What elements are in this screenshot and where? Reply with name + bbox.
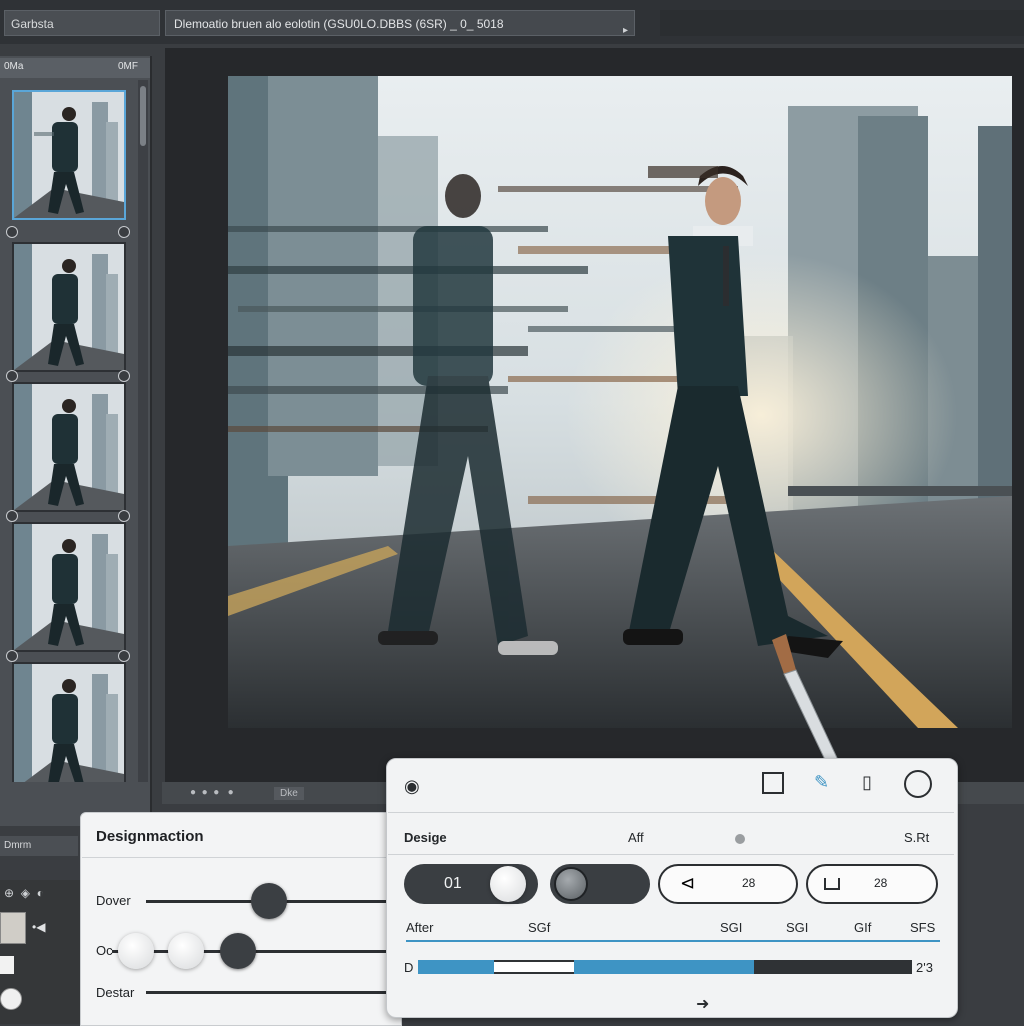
layer-color-swatch[interactable] bbox=[0, 956, 14, 974]
frames-panel-footer bbox=[0, 782, 150, 812]
frame-thumbnail[interactable] bbox=[12, 522, 126, 652]
frame-thumbnail[interactable] bbox=[12, 382, 126, 512]
frame-thumbnail-image bbox=[14, 524, 124, 650]
slider-thumb-end[interactable] bbox=[220, 933, 256, 969]
frame-visibility-icon[interactable] bbox=[6, 510, 18, 522]
slider-thumb[interactable] bbox=[251, 883, 287, 919]
progress-fill-start bbox=[418, 960, 494, 974]
bookmark-icon[interactable]: ▯ bbox=[862, 772, 872, 793]
frame-options-icon[interactable] bbox=[118, 226, 130, 238]
document-title-tab[interactable]: Dlemoatio bruen alo eolotin (GSU0LO.DBBS… bbox=[165, 10, 635, 36]
after-underline bbox=[406, 940, 940, 942]
progress-value: 2'3 bbox=[916, 960, 933, 975]
arrow-left-icon: ⊲ bbox=[680, 873, 696, 893]
motion-panel-title: Designmaction bbox=[96, 828, 204, 845]
frames-scroll-thumb[interactable] bbox=[140, 86, 146, 146]
pen-icon[interactable]: ✎ bbox=[814, 772, 829, 793]
toggle-knob[interactable] bbox=[490, 866, 526, 902]
toggle-knob[interactable] bbox=[554, 867, 588, 901]
after-value: SGI bbox=[786, 920, 809, 935]
frames-header-right: 0MF bbox=[118, 61, 138, 72]
frame-thumbnail[interactable] bbox=[12, 662, 126, 792]
tag-icon bbox=[824, 878, 840, 890]
frames-header-left: 0Ma bbox=[4, 61, 24, 72]
document-title: Dlemoatio bruen alo eolotin (GSU0LO.DBBS… bbox=[174, 17, 504, 31]
slider-label: Destar bbox=[96, 985, 135, 1000]
frame-options-icon[interactable] bbox=[118, 510, 130, 522]
layer-strip-label: Dmrm bbox=[0, 836, 78, 856]
right-label: S.Rt bbox=[904, 830, 930, 845]
frame-visibility-icon[interactable] bbox=[6, 226, 18, 238]
after-label: After bbox=[406, 920, 434, 935]
slider-track[interactable] bbox=[146, 991, 386, 994]
next-arrow-icon[interactable]: ➜ bbox=[696, 994, 709, 1014]
clock-icon[interactable] bbox=[904, 770, 932, 798]
motion-blur-photo bbox=[228, 76, 1012, 728]
camera-icon[interactable]: ◉ bbox=[404, 776, 420, 797]
layer-opacity-knob[interactable] bbox=[0, 988, 22, 1010]
frame-options-icon[interactable] bbox=[118, 650, 130, 662]
canvas-image[interactable] bbox=[228, 76, 1012, 728]
slider-thumb-start[interactable] bbox=[118, 933, 154, 969]
panel-title-left: Garbsta bbox=[4, 10, 160, 36]
slider-label: Oc bbox=[96, 943, 113, 958]
progress-label: D bbox=[404, 960, 414, 975]
frame-thumbnail-image bbox=[14, 244, 124, 370]
frame-thumbnail-image bbox=[14, 664, 124, 790]
frame-visibility-icon[interactable] bbox=[6, 650, 18, 662]
input-value: 28 bbox=[874, 876, 888, 890]
divider bbox=[388, 812, 954, 813]
frame-options-icon[interactable] bbox=[118, 370, 130, 382]
layer-tool-icons[interactable]: ⊕ ◈ ◐ bbox=[4, 886, 44, 900]
input-value: 28 bbox=[742, 876, 756, 890]
frame-thumbnail-image bbox=[14, 92, 124, 218]
brush-cursor-icon bbox=[772, 634, 839, 767]
play-back-icon[interactable]: •◀ bbox=[32, 920, 45, 934]
aff-label: Aff bbox=[628, 830, 644, 845]
frame-visibility-icon[interactable] bbox=[6, 370, 18, 382]
after-value: SGI bbox=[720, 920, 743, 935]
status-text: Dke bbox=[274, 787, 304, 800]
after-value: SGf bbox=[528, 920, 551, 935]
frame-thumbnail[interactable] bbox=[12, 90, 126, 220]
progress-marker[interactable] bbox=[494, 962, 574, 972]
layer-thumbnail[interactable] bbox=[0, 912, 26, 944]
divider bbox=[388, 854, 954, 855]
frames-panel-header: 0Ma 0MF bbox=[0, 58, 150, 78]
after-value: GIf bbox=[854, 920, 872, 935]
second-toggle[interactable] bbox=[550, 864, 650, 904]
value-toggle[interactable]: 01 bbox=[404, 864, 538, 904]
caret-right-icon[interactable]: ▸ bbox=[623, 18, 628, 35]
design-label: Desige bbox=[404, 830, 447, 845]
slider-label: Dover bbox=[96, 893, 131, 908]
status-dot-icon: ● ● ● ● bbox=[190, 787, 234, 798]
frame-thumbnail[interactable] bbox=[12, 242, 126, 372]
top-bar-empty bbox=[660, 10, 1024, 36]
toggle-value: 01 bbox=[444, 875, 462, 892]
after-value: SFS bbox=[910, 920, 936, 935]
slider-thumb-mid[interactable] bbox=[168, 933, 204, 969]
frame-thumbnail-image bbox=[14, 384, 124, 510]
frames-scrollbar[interactable] bbox=[138, 80, 148, 820]
input-pill[interactable]: ⊲ 28 bbox=[658, 864, 798, 904]
divider bbox=[82, 857, 400, 858]
indicator-dot bbox=[735, 834, 745, 844]
progress-fill bbox=[574, 960, 754, 974]
input-pill[interactable]: 28 bbox=[806, 864, 938, 904]
frame-icon[interactable] bbox=[762, 772, 784, 794]
